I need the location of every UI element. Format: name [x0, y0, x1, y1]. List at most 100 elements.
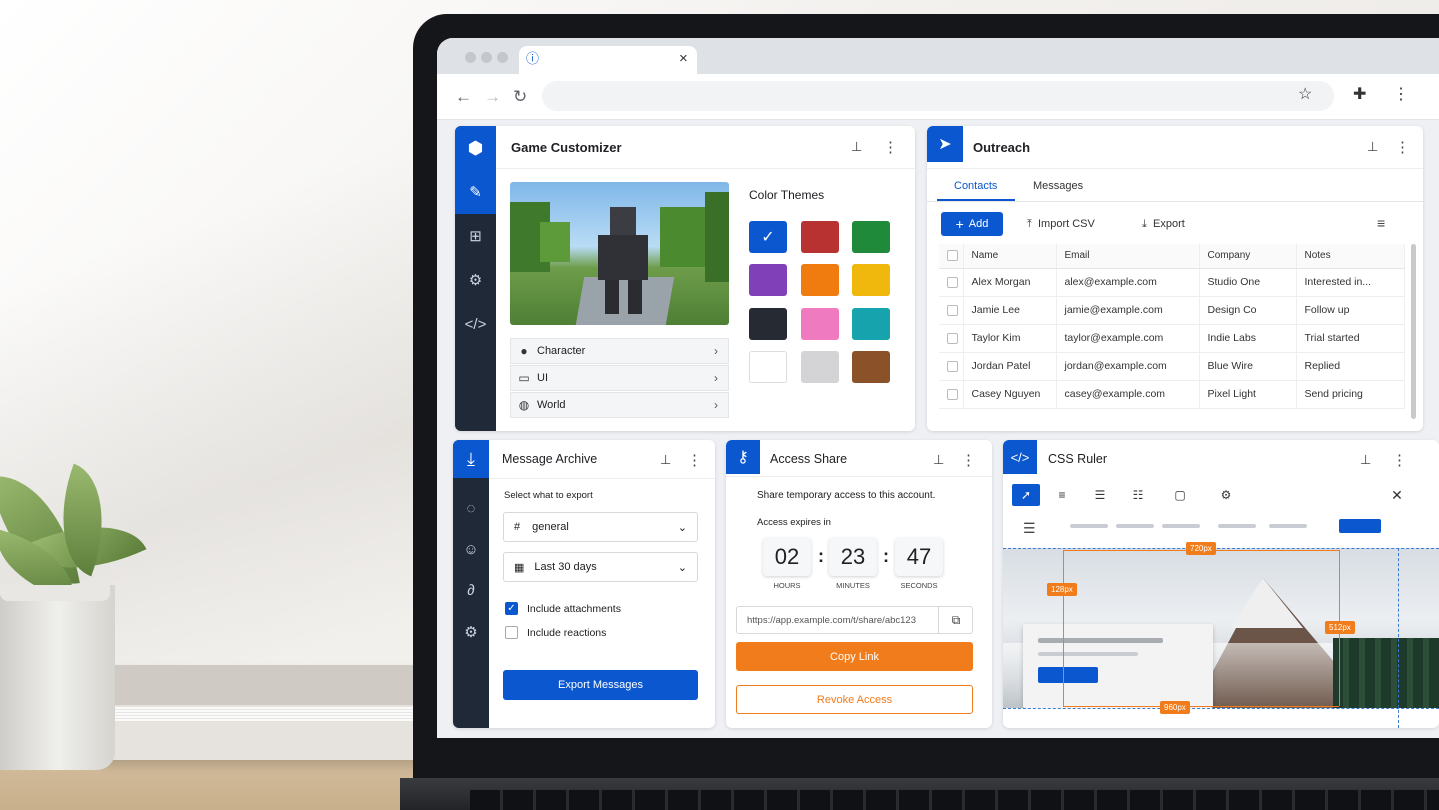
archive-body: Message Archive ⊥ ⋮ Select what to expor…: [489, 440, 715, 728]
filter-icon[interactable]: ≡: [1377, 216, 1385, 230]
import-csv-button[interactable]: ⤒ Import CSV: [1027, 218, 1095, 231]
color-swatch[interactable]: [801, 351, 839, 383]
browser-tab[interactable]: ⓘ ×: [519, 46, 697, 74]
pin-icon[interactable]: ⊥: [933, 452, 944, 468]
table-scrollbar[interactable]: [1411, 244, 1416, 419]
chat-icon[interactable]: ◌: [453, 488, 489, 529]
more-menu-icon[interactable]: ⋮: [883, 138, 898, 156]
row-checkbox[interactable]: [939, 380, 964, 409]
table-cell: Casey Nguyen: [963, 380, 1057, 409]
users-icon[interactable]: ☺: [453, 529, 489, 570]
paperclip-icon[interactable]: ∂: [453, 570, 489, 611]
window-minimize-dot[interactable]: [481, 52, 492, 63]
color-swatch[interactable]: [801, 308, 839, 340]
tab-messages[interactable]: Messages: [1033, 180, 1083, 192]
panel-title: CSS Ruler: [1048, 452, 1108, 466]
tab-contacts[interactable]: Contacts: [954, 180, 997, 192]
window-close-dot[interactable]: [465, 52, 476, 63]
color-swatch[interactable]: [852, 351, 890, 383]
include-attachments-checkbox[interactable]: ✓ Include attachments: [505, 602, 621, 615]
plant-soil: [0, 585, 110, 601]
key-icon: ⚷: [726, 440, 760, 474]
copy-icon[interactable]: ⧉: [938, 607, 973, 633]
table-row[interactable]: Taylor Kim taylor@example.com Indie Labs Tr…: [939, 324, 1405, 353]
color-swatch[interactable]: [749, 264, 787, 296]
revoke-access-button[interactable]: Revoke Access: [736, 685, 973, 714]
align-center-icon[interactable]: ≡: [1048, 484, 1076, 506]
seconds-label: SECONDS: [900, 581, 938, 590]
pin-icon[interactable]: ⊥: [1360, 452, 1371, 468]
row-checkbox[interactable]: [939, 268, 964, 297]
distribute-icon[interactable]: ☰: [1086, 484, 1114, 506]
list-item-ui[interactable]: ▭ UI ›: [510, 365, 729, 391]
include-reactions-checkbox[interactable]: Include reactions: [505, 626, 606, 639]
column-header[interactable]: Company: [1199, 244, 1297, 269]
date-range-select[interactable]: ▦ Last 30 days ⌄: [503, 552, 698, 582]
select-all-checkbox[interactable]: [939, 244, 964, 269]
brush-icon[interactable]: ✎: [455, 170, 496, 214]
person-icon: ●: [520, 344, 528, 358]
table-row[interactable]: Jordan Patel jordan@example.com Blue Wire R…: [939, 352, 1405, 381]
export-messages-button[interactable]: Export Messages: [503, 670, 698, 700]
column-header[interactable]: Notes: [1296, 244, 1405, 269]
monitor-icon: ▭: [518, 371, 530, 385]
row-checkbox[interactable]: [939, 296, 964, 325]
pin-icon[interactable]: ⊥: [1367, 139, 1378, 155]
forward-icon[interactable]: →: [484, 88, 501, 105]
select-pointer-icon[interactable]: ➚: [1012, 484, 1040, 506]
back-icon[interactable]: ←: [455, 88, 472, 105]
table-cell: jamie@example.com: [1056, 296, 1200, 325]
pin-icon[interactable]: ⊥: [851, 139, 862, 155]
download-icon: ⤓: [453, 440, 489, 478]
color-swatch[interactable]: [852, 264, 890, 296]
gear-icon[interactable]: ⚙: [453, 611, 489, 652]
color-swatch[interactable]: ✓: [749, 221, 787, 253]
table-row[interactable]: Casey Nguyen casey@example.com Pixel Light…: [939, 380, 1405, 409]
gear-icon[interactable]: ⚙: [455, 258, 496, 302]
more-menu-icon[interactable]: ⋮: [1395, 138, 1410, 156]
pin-icon[interactable]: ⊥: [660, 452, 671, 468]
table-cell: Taylor Kim: [963, 324, 1057, 353]
extensions-puzzle-icon[interactable]: ✚: [1353, 87, 1366, 103]
settings-icon[interactable]: ⚙: [1212, 484, 1240, 506]
copy-link-button[interactable]: Copy Link: [736, 642, 973, 671]
more-menu-icon[interactable]: ⋮: [961, 451, 976, 469]
gift-icon[interactable]: ⊞: [455, 214, 496, 258]
spacing-icon[interactable]: ☷: [1124, 484, 1152, 506]
code-icon[interactable]: </>: [455, 302, 496, 346]
color-swatch[interactable]: [749, 308, 787, 340]
close-icon[interactable]: ✕: [1383, 484, 1411, 506]
window-maximize-dot[interactable]: [497, 52, 508, 63]
box-icon[interactable]: ▢: [1166, 484, 1194, 506]
browser-menu-icon[interactable]: ⋮: [1393, 87, 1409, 103]
color-swatch[interactable]: [801, 221, 839, 253]
reload-icon[interactable]: ↻: [513, 88, 527, 105]
add-contact-button[interactable]: + Add: [941, 212, 1003, 236]
more-menu-icon[interactable]: ⋮: [687, 451, 702, 469]
bookmark-star-icon[interactable]: ☆: [1298, 87, 1312, 103]
mock-nav-bar: [1070, 524, 1108, 528]
address-bar[interactable]: ☆: [542, 81, 1334, 111]
list-item-character[interactable]: ● Character ›: [510, 338, 729, 364]
share-link-field[interactable]: https://app.example.com/t/share/abc123 ⧉: [736, 606, 973, 634]
column-header[interactable]: Email: [1056, 244, 1200, 269]
export-button[interactable]: ⤓ Export: [1142, 218, 1185, 231]
download-icon: ⤓: [1142, 218, 1147, 230]
list-item-world[interactable]: ◍ World ›: [510, 392, 729, 418]
tab-close-icon[interactable]: ×: [679, 51, 688, 66]
row-checkbox[interactable]: [939, 352, 964, 381]
color-swatch[interactable]: [749, 351, 787, 383]
color-swatch[interactable]: [852, 308, 890, 340]
game-preview-image: [510, 182, 729, 325]
color-swatch[interactable]: [801, 264, 839, 296]
checkbox-box[interactable]: ✓: [505, 602, 518, 615]
table-row[interactable]: Alex Morgan alex@example.com Studio One Int…: [939, 268, 1405, 297]
row-checkbox[interactable]: [939, 324, 964, 353]
color-swatch[interactable]: [852, 221, 890, 253]
column-header[interactable]: Name: [963, 244, 1057, 269]
table-cell: jordan@example.com: [1056, 352, 1200, 381]
table-row[interactable]: Jamie Lee jamie@example.com Design Co Follo…: [939, 296, 1405, 325]
more-menu-icon[interactable]: ⋮: [1392, 451, 1407, 469]
channel-select[interactable]: # general ⌄: [503, 512, 698, 542]
checkbox-box[interactable]: [505, 626, 518, 639]
